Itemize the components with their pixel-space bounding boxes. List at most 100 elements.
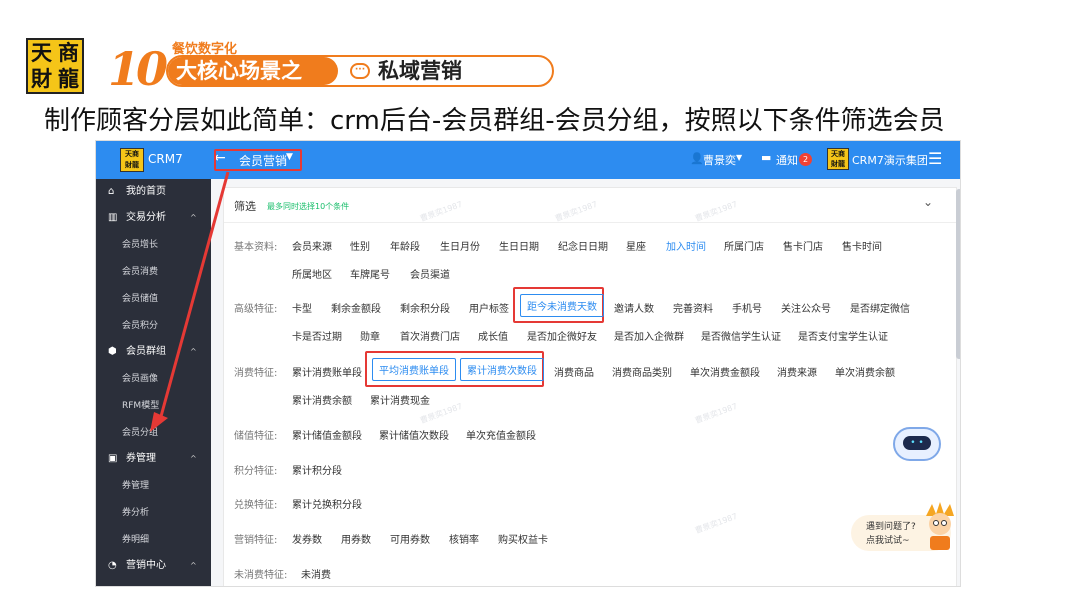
filter-tag[interactable]: 所属门店 xyxy=(724,238,764,253)
filter-tag[interactable]: 是否微信学生认证 xyxy=(701,328,781,343)
filter-tag[interactable]: 是否支付宝学生认证 xyxy=(798,328,888,343)
filter-tag[interactable]: 用户标签 xyxy=(469,300,509,315)
filter-tag-visit-count[interactable]: 累计消费次数段 xyxy=(460,358,544,381)
filter-tag[interactable]: 单次充值金额段 xyxy=(466,427,536,442)
filter-tag-active[interactable]: 加入时间 xyxy=(666,238,706,253)
filter-tag[interactable]: 会员来源 xyxy=(292,238,332,253)
filter-tag[interactable]: 关注公众号 xyxy=(781,300,831,315)
filter-tag[interactable]: 核销率 xyxy=(449,531,479,546)
filter-tag[interactable]: 累计消费现金 xyxy=(370,392,430,407)
hamburger-menu-icon[interactable]: ☰ xyxy=(928,149,942,168)
org-avatar[interactable]: 天商 財龍 xyxy=(827,148,849,170)
sidebar-subitem[interactable]: 会员画像 xyxy=(122,366,158,392)
user-icon[interactable]: 👤 xyxy=(690,152,704,165)
filter-tag[interactable]: 卡型 xyxy=(292,300,312,315)
sidebar-subitem-member-grouping[interactable]: 会员分组 xyxy=(122,420,158,446)
sidebar-item-coupons[interactable]: ▣ 券管理 ^ xyxy=(96,446,211,472)
message-icon[interactable]: ▬ xyxy=(761,151,771,164)
filter-tag[interactable]: 生日月份 xyxy=(440,238,480,253)
slide-title: 制作顾客分层如此简单：crm后台-会员群组-会员分组，按照以下条件筛选会员 xyxy=(44,106,945,136)
filter-tag[interactable]: 售卡门店 xyxy=(783,238,823,253)
filter-tag[interactable]: 单次消费金额段 xyxy=(690,364,760,379)
filter-tag[interactable]: 累计积分段 xyxy=(292,462,342,477)
sidebar-item-label: 我的首页 xyxy=(126,186,166,197)
filter-tag[interactable]: 剩余积分段 xyxy=(400,300,450,315)
filter-tag[interactable]: 剩余金额段 xyxy=(331,300,381,315)
help-text-line1[interactable]: 遇到问题了? xyxy=(866,519,916,532)
sidebar-item-trade-analysis[interactable]: ▥ 交易分析 ^ xyxy=(96,205,211,231)
mascot-icon[interactable] xyxy=(922,502,958,552)
filter-tag[interactable]: 累计兑换积分段 xyxy=(292,496,362,511)
filter-tag[interactable]: 成长值 xyxy=(478,328,508,343)
filter-tag[interactable]: 邀请人数 xyxy=(614,300,654,315)
sidebar-subitem[interactable]: 券分析 xyxy=(122,500,149,526)
filter-tag[interactable]: 消费来源 xyxy=(777,364,817,379)
filter-tag[interactable]: 售卡时间 xyxy=(842,238,882,253)
filter-tag-avg-bill[interactable]: 平均消费账单段 xyxy=(372,358,456,381)
filter-tag[interactable]: 是否加入企微群 xyxy=(614,328,684,343)
filter-tag[interactable]: 车牌尾号 xyxy=(350,266,390,281)
filter-tag[interactable]: 纪念日日期 xyxy=(558,238,608,253)
filter-tag[interactable]: 用券数 xyxy=(341,531,371,546)
filter-tag[interactable]: 单次消费余额 xyxy=(835,364,895,379)
filter-tag[interactable]: 完善资料 xyxy=(673,300,713,315)
filter-tag[interactable]: 累计消费余额 xyxy=(292,392,352,407)
watermark: 曹景奕1987 xyxy=(693,511,739,536)
divider xyxy=(224,222,958,223)
filter-tag[interactable]: 是否加企微好友 xyxy=(527,328,597,343)
chevron-down-icon[interactable]: ⌄ xyxy=(923,195,933,209)
filter-tag[interactable]: 累计储值金额段 xyxy=(292,427,362,442)
filter-tag[interactable]: 可用券数 xyxy=(390,531,430,546)
module-select-label[interactable]: 会员营销 xyxy=(239,152,287,169)
app-logo[interactable]: 天商 財龍 xyxy=(120,148,144,172)
filter-tag[interactable]: 手机号 xyxy=(732,300,762,315)
scrollbar[interactable] xyxy=(956,189,960,359)
points-label: 积分特征: xyxy=(234,466,278,477)
chevron-down-icon[interactable]: ▼ xyxy=(286,152,293,162)
chevron-down-icon[interactable]: ▼ xyxy=(736,153,742,162)
stored-value-label: 储值特征: xyxy=(234,431,278,442)
robot-face-icon[interactable]: • • xyxy=(903,436,931,450)
consume-label: 消费特征: xyxy=(234,368,278,379)
filter-tag[interactable]: 累计消费账单段 xyxy=(292,364,362,379)
sidebar-item-home[interactable]: ⌂ 我的首页 xyxy=(96,179,211,205)
filter-tag[interactable]: 勋章 xyxy=(360,328,380,343)
sidebar-subitem[interactable]: 会员积分 xyxy=(122,313,158,339)
sidebar-subitem[interactable]: 券管理 xyxy=(122,473,149,499)
filter-tag[interactable]: 消费商品类别 xyxy=(612,364,672,379)
logo-char: 龍 xyxy=(58,66,79,91)
sidebar-item-marketing-center[interactable]: ◔ 营销中心 ^ xyxy=(96,553,211,579)
filter-tag[interactable]: 会员渠道 xyxy=(410,266,450,281)
filter-tag[interactable]: 卡是否过期 xyxy=(292,328,342,343)
sidebar-subitem[interactable]: 会员储值 xyxy=(122,286,158,312)
main-content: 筛选 最多同时选择10个条件 ⌄ 基本资料: 会员来源 性别 年龄段 生日月份 … xyxy=(211,179,960,586)
sidebar-subitem[interactable]: RFM模型 xyxy=(122,393,159,419)
banner-right-text: 私域营销 xyxy=(378,59,462,83)
sidebar-subitem[interactable]: 会员增长 xyxy=(122,232,158,258)
filter-tag[interactable]: 星座 xyxy=(626,238,646,253)
org-name[interactable]: CRM7演示集团 xyxy=(852,152,928,168)
filter-tag[interactable]: 所属地区 xyxy=(292,266,332,281)
user-name[interactable]: 曹景奕 xyxy=(703,152,736,168)
sidebar-subitem[interactable]: 券明细 xyxy=(122,527,149,553)
filter-tag[interactable]: 性别 xyxy=(350,238,370,253)
help-text-line2[interactable]: 点我试试~ xyxy=(866,533,910,546)
shield-icon: ⬢ xyxy=(108,346,117,357)
chevron-up-icon: ^ xyxy=(190,347,197,356)
sidebar-item-member-groups[interactable]: ⬢ 会员群组 ^ xyxy=(96,339,211,365)
notify-badge: 2 xyxy=(799,153,812,166)
filter-tag[interactable]: 生日日期 xyxy=(499,238,539,253)
filter-tag[interactable]: 购买权益卡 xyxy=(498,531,548,546)
crm-app-window: 天商 財龍 CRM7 ← 会员营销 ▼ 👤 曹景奕 ▼ ▬ 通知 2 天商 財龍 C… xyxy=(95,140,961,587)
filter-tag[interactable]: 首次消费门店 xyxy=(400,328,460,343)
notify-label[interactable]: 通知 xyxy=(776,152,798,168)
gift-icon: ▣ xyxy=(108,453,118,464)
filter-tag-days-since-last-visit[interactable]: 距今未消费天数 xyxy=(520,294,604,317)
filter-tag[interactable]: 年龄段 xyxy=(390,238,420,253)
filter-tag[interactable]: 发券数 xyxy=(292,531,322,546)
filter-tag[interactable]: 消费商品 xyxy=(554,364,594,379)
sidebar-subitem[interactable]: 会员消费 xyxy=(122,259,158,285)
filter-tag[interactable]: 未消费 xyxy=(301,566,331,581)
filter-tag[interactable]: 是否绑定微信 xyxy=(850,300,910,315)
filter-tag[interactable]: 累计储值次数段 xyxy=(379,427,449,442)
